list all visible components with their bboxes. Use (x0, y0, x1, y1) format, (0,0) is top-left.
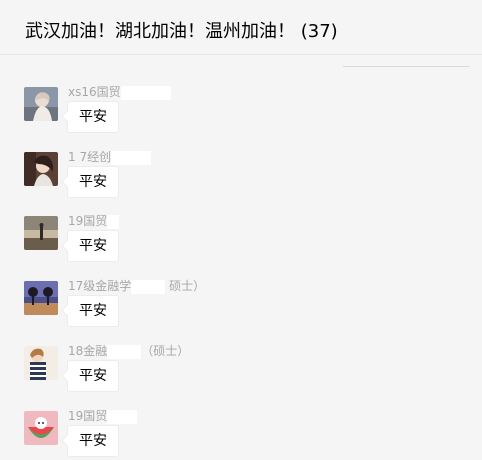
message-item: 19国贸 平安 (0, 214, 482, 278)
sender-name: 17级金融学 硕士） (68, 279, 206, 294)
watermelon-avatar-icon[interactable] (24, 411, 58, 445)
woman-photo-avatar-icon[interactable] (24, 87, 58, 121)
message-bubble[interactable]: 平安 (67, 295, 119, 327)
message-bubble[interactable]: 平安 (67, 360, 119, 392)
message-bubble[interactable]: 平安 (67, 425, 119, 457)
sender-name: 1 7经创 (68, 148, 152, 165)
message-bubble[interactable]: 平安 (67, 101, 119, 133)
scenery-avatar-icon[interactable] (24, 216, 58, 250)
divider-line (343, 66, 469, 67)
chat-title: 武汉加油！湖北加油！温州加油！ (37) (25, 21, 338, 42)
chat-header: 武汉加油！湖北加油！温州加油！ (37) (0, 0, 482, 55)
message-item: 1 7经创 平安 (0, 150, 482, 214)
girl-striped-avatar-icon[interactable] (24, 346, 58, 380)
message-item: 17级金融学 硕士） 平安 (0, 279, 482, 343)
sender-name: xs16国贸 (68, 83, 171, 100)
sender-name: 18金融 （硕士） (68, 344, 190, 359)
girl-photo-avatar-icon[interactable] (24, 152, 58, 186)
sender-name: 19国贸 (68, 407, 138, 424)
message-item: xs16国贸 平安 (0, 85, 482, 149)
message-item: 19国贸 平安 (0, 409, 482, 460)
message-bubble[interactable]: 平安 (67, 230, 119, 262)
sender-name: 19国贸 (68, 212, 120, 229)
trees-sunset-avatar-icon[interactable] (24, 281, 58, 315)
message-item: 18金融 （硕士） 平安 (0, 344, 482, 408)
message-bubble[interactable]: 平安 (67, 166, 119, 198)
